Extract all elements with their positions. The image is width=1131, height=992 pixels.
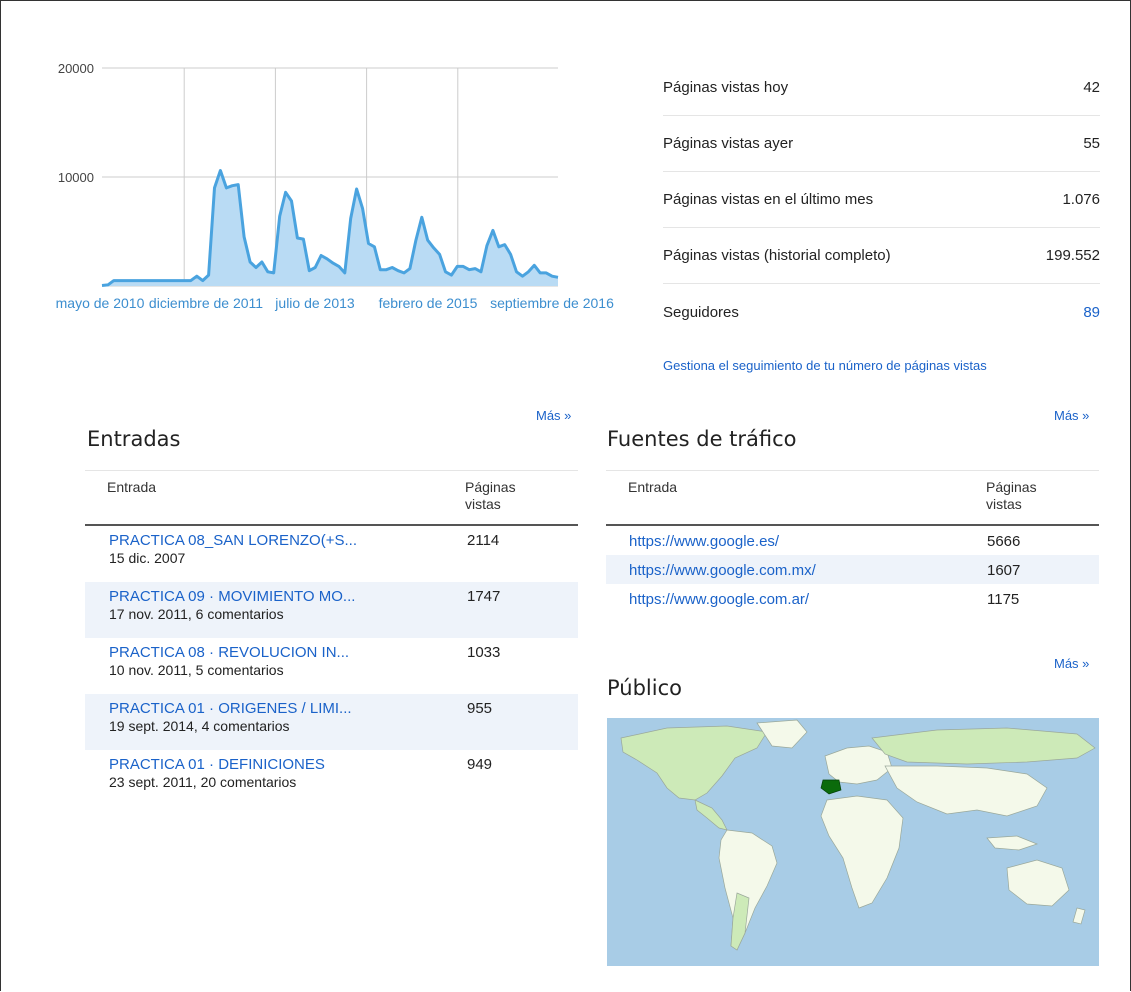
stat-label: Páginas vistas ayer xyxy=(663,135,794,152)
table-row: https://www.google.com.mx/ 1607 xyxy=(606,555,1099,584)
source-views: 1175 xyxy=(987,591,1020,608)
map-region-russia xyxy=(871,727,1096,765)
col-views-header: Páginas vistas xyxy=(465,479,516,512)
post-views: 1033 xyxy=(467,644,501,661)
stats-table: Páginas vistas hoy 42 Páginas vistas aye… xyxy=(663,60,1100,340)
stat-value: 55 xyxy=(1083,135,1100,152)
stat-row-followers: Seguidores 89 xyxy=(663,284,1100,340)
series-area xyxy=(102,170,558,286)
stat-label: Páginas vistas en el último mes xyxy=(663,191,874,208)
stat-label: Páginas vistas hoy xyxy=(663,79,789,96)
post-title-link[interactable]: PRACTICA 08 · REVOLUCION IN... xyxy=(109,644,467,661)
map-region-europe xyxy=(824,745,893,785)
post-meta: 10 nov. 2011, 5 comentarios xyxy=(109,662,284,678)
world-map-svg xyxy=(620,719,1096,951)
stat-label: Páginas vistas (historial completo) xyxy=(663,247,891,264)
publico-more-link[interactable]: Más » xyxy=(1054,656,1089,671)
fuentes-table-header: Entrada Páginas vistas xyxy=(606,470,1099,526)
entradas-table: Entrada Páginas vistas PRACTICA 08_SAN L… xyxy=(85,470,578,806)
fuentes-title: Fuentes de tráfico xyxy=(607,427,797,451)
x-tick-label: septiembre de 2016 xyxy=(490,295,614,311)
pageviews-chart: 20000 10000 mayo de 2010 diciembre de 2011 j… xyxy=(40,50,630,320)
map-region-central-america xyxy=(694,799,728,831)
post-meta: 23 sept. 2011, 20 comentarios xyxy=(109,774,297,790)
publico-title: Público xyxy=(607,676,682,700)
map-region-north-america xyxy=(620,725,768,801)
stat-row-all-time: Páginas vistas (historial completo) 199.… xyxy=(663,228,1100,284)
stat-value: 199.552 xyxy=(1045,247,1100,264)
fuentes-table: Entrada Páginas vistas https://www.googl… xyxy=(606,470,1099,613)
post-meta: 19 sept. 2014, 4 comentarios xyxy=(109,718,290,734)
stat-value: 42 xyxy=(1083,79,1100,96)
manage-pageviews-link[interactable]: Gestiona el seguimiento de tu número de … xyxy=(663,358,987,373)
source-url-link[interactable]: https://www.google.com.ar/ xyxy=(606,591,987,613)
post-title-link[interactable]: PRACTICA 08_SAN LORENZO(+S... xyxy=(109,532,467,549)
entradas-more-link[interactable]: Más » xyxy=(536,408,571,423)
y-tick-label: 20000 xyxy=(58,61,94,76)
source-views: 5666 xyxy=(987,533,1021,550)
post-title-link[interactable]: PRACTICA 01 · DEFINICIONES xyxy=(109,756,467,773)
table-row: PRACTICA 01 · ORIGENES / LIMI... 19 sept… xyxy=(85,694,578,750)
map-region-asia xyxy=(884,765,1048,817)
map-region-new-zealand xyxy=(1072,907,1086,925)
map-region-spain xyxy=(820,779,842,795)
source-url-link[interactable]: https://www.google.com.mx/ xyxy=(606,562,987,584)
audience-world-map[interactable] xyxy=(607,718,1099,966)
stat-row-today: Páginas vistas hoy 42 xyxy=(663,60,1100,116)
table-row: PRACTICA 08 · REVOLUCION IN... 10 nov. 2… xyxy=(85,638,578,694)
map-region-indonesia xyxy=(986,835,1039,851)
stat-row-last-month: Páginas vistas en el último mes 1.076 xyxy=(663,172,1100,228)
stat-value: 1.076 xyxy=(1062,191,1100,208)
map-region-africa xyxy=(820,795,904,909)
table-row: PRACTICA 01 · DEFINICIONES 23 sept. 2011… xyxy=(85,750,578,806)
entradas-title: Entradas xyxy=(87,427,181,451)
x-tick-label: julio de 2013 xyxy=(274,295,355,311)
map-region-australia xyxy=(1006,859,1070,907)
post-views: 949 xyxy=(467,756,493,773)
entradas-table-header: Entrada Páginas vistas xyxy=(85,470,578,526)
fuentes-more-link[interactable]: Más » xyxy=(1054,408,1089,423)
map-region-south-america xyxy=(718,829,778,951)
post-views: 955 xyxy=(467,700,493,717)
table-row: PRACTICA 09 · MOVIMIENTO MO... 17 nov. 2… xyxy=(85,582,578,638)
map-region-greenland xyxy=(756,719,808,749)
col-entry-header: Entrada xyxy=(628,479,678,495)
stat-label: Seguidores xyxy=(663,303,739,321)
post-meta: 15 dic. 2007 xyxy=(109,550,186,566)
table-row: https://www.google.es/ 5666 xyxy=(606,526,1099,555)
chart-svg: 20000 10000 mayo de 2010 diciembre de 2011 j… xyxy=(56,61,614,311)
table-row: https://www.google.com.ar/ 1175 xyxy=(606,584,1099,613)
post-views: 1747 xyxy=(467,588,501,605)
x-tick-label: mayo de 2010 xyxy=(56,295,145,311)
source-url-link[interactable]: https://www.google.es/ xyxy=(606,533,987,555)
x-tick-label: febrero de 2015 xyxy=(379,295,478,311)
source-views: 1607 xyxy=(987,562,1021,579)
stat-row-yesterday: Páginas vistas ayer 55 xyxy=(663,116,1100,172)
table-row: PRACTICA 08_SAN LORENZO(+S... 15 dic. 20… xyxy=(85,526,578,582)
col-views-header: Páginas vistas xyxy=(986,479,1037,512)
y-tick-label: 10000 xyxy=(58,170,94,185)
post-title-link[interactable]: PRACTICA 09 · MOVIMIENTO MO... xyxy=(109,588,467,605)
followers-count-link[interactable]: 89 xyxy=(1083,304,1100,321)
x-tick-label: diciembre de 2011 xyxy=(149,295,263,311)
post-meta: 17 nov. 2011, 6 comentarios xyxy=(109,606,284,622)
post-title-link[interactable]: PRACTICA 01 · ORIGENES / LIMI... xyxy=(109,700,467,717)
col-entry-header: Entrada xyxy=(107,479,157,495)
post-views: 2114 xyxy=(467,532,500,549)
